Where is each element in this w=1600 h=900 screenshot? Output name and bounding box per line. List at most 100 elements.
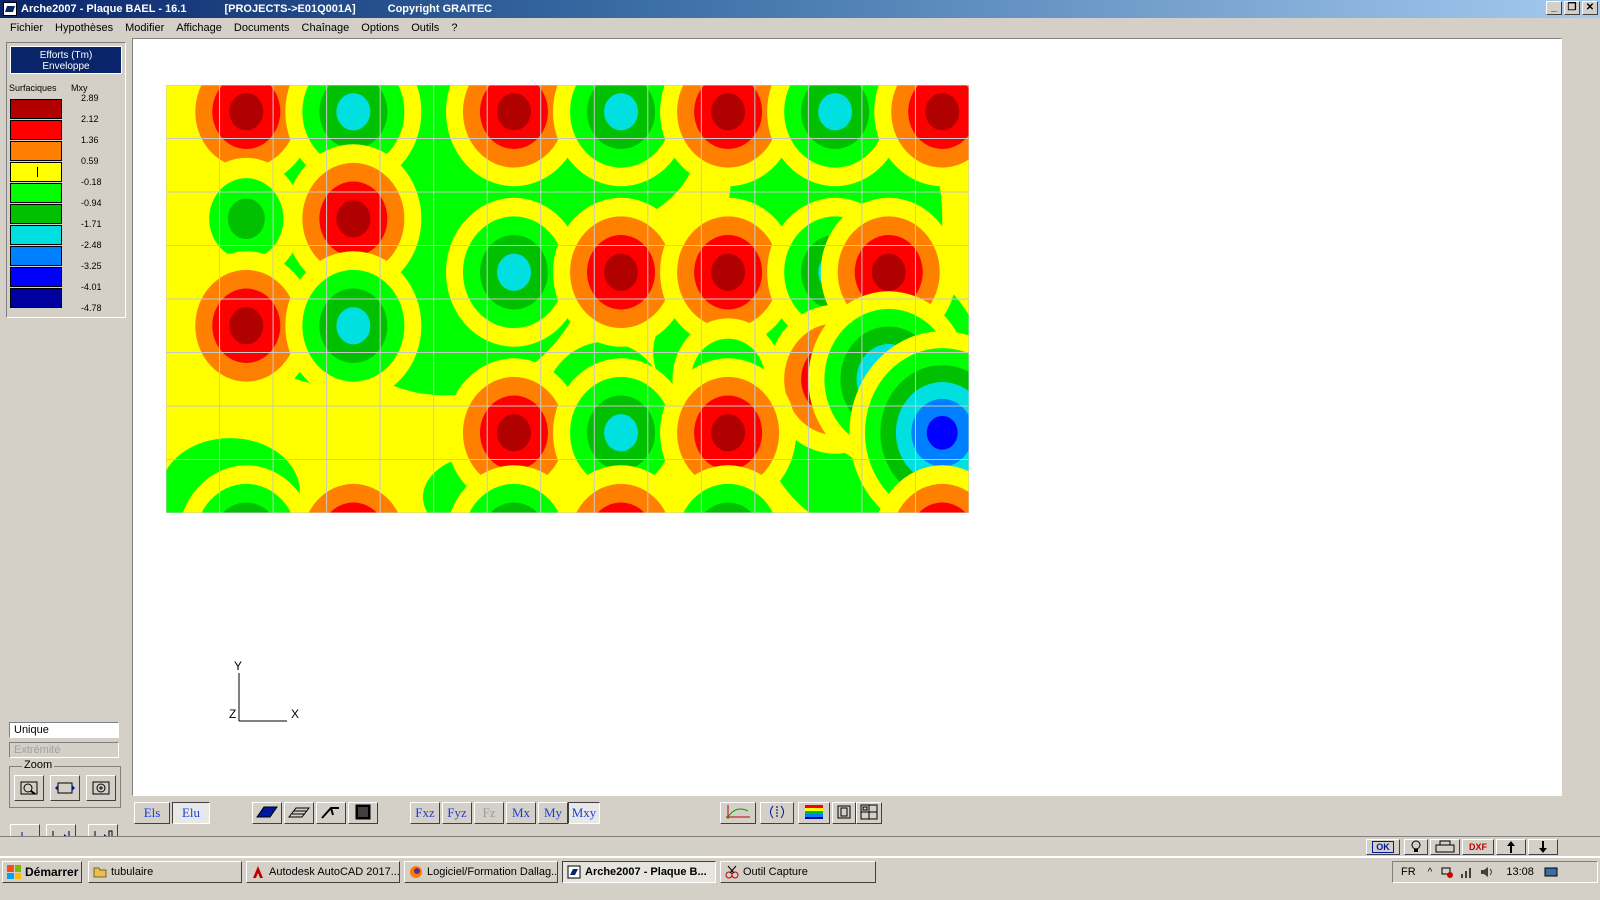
task-label: Autodesk AutoCAD 2017... — [269, 866, 400, 878]
zoom-extents-icon — [55, 782, 75, 794]
mode2-select: Extrémité — [9, 742, 119, 758]
task-tubulaire[interactable]: tubulaire — [88, 861, 242, 883]
plate-icon — [256, 806, 278, 818]
menu-documents[interactable]: Documents — [228, 22, 296, 34]
contour-peak — [511, 430, 517, 436]
frame-button[interactable] — [832, 802, 856, 824]
fz-button: Fz — [474, 802, 504, 824]
legend-current-marker — [37, 167, 38, 177]
legend-value: -0.94 — [81, 198, 102, 208]
task-arche[interactable]: Arche2007 - Plaque B... — [562, 861, 716, 883]
menu-affichage[interactable]: Affichage — [170, 22, 228, 34]
axis-z-label: Z — [229, 707, 237, 721]
mxy-button[interactable]: Mxy — [568, 802, 600, 824]
legend-swatch — [10, 162, 62, 182]
arrow-down-button[interactable] — [1528, 839, 1558, 855]
legend-swatch — [10, 183, 62, 203]
view-solid-button[interactable] — [348, 802, 378, 824]
task-capture[interactable]: Outil Capture — [720, 861, 876, 883]
square-icon — [355, 804, 371, 820]
legend-value: -4.78 — [81, 303, 102, 313]
arrow-up-button[interactable] — [1496, 839, 1526, 855]
start-button[interactable]: Démarrer — [2, 861, 82, 883]
axis-triad: Y Z X — [229, 659, 309, 729]
legend-value: -2.48 — [81, 240, 102, 250]
contour-peak — [350, 109, 356, 115]
network-icon[interactable] — [1440, 865, 1454, 879]
menu-hypotheses[interactable]: Hypothèses — [49, 22, 119, 34]
contour-peak — [939, 430, 945, 436]
fyz-button[interactable]: Fyz — [442, 802, 472, 824]
task-firefox[interactable]: Logiciel/Formation Dallag... — [404, 861, 558, 883]
clock[interactable]: 13:08 — [1506, 866, 1534, 878]
legend-sub-left: Surfaciques — [9, 83, 57, 93]
view-edge-button[interactable] — [316, 802, 346, 824]
graph-button[interactable] — [720, 802, 756, 824]
my-button[interactable]: My — [538, 802, 568, 824]
tray-expand-icon[interactable]: ^ — [1428, 867, 1433, 878]
zoom-group: Zoom — [9, 759, 121, 808]
drawing-canvas[interactable]: Y Z X — [132, 38, 1562, 796]
mx-button[interactable]: Mx — [506, 802, 536, 824]
view-plate-button[interactable] — [252, 802, 282, 824]
legend-value: -4.01 — [81, 282, 102, 292]
tip-button[interactable] — [1404, 839, 1428, 855]
arrow-down-icon — [1539, 841, 1547, 853]
axis-y-label: Y — [234, 659, 243, 673]
layout-button[interactable] — [856, 802, 882, 824]
volume-icon[interactable] — [1480, 865, 1494, 879]
signal-icon[interactable] — [1460, 865, 1474, 879]
menu-modifier[interactable]: Modifier — [119, 22, 170, 34]
view-layers-button[interactable] — [284, 802, 314, 824]
zoom-in-button[interactable] — [86, 775, 116, 801]
legend-header: Efforts (Tm) Enveloppe — [10, 46, 122, 74]
dxf-export-button[interactable]: DXF — [1462, 839, 1494, 855]
contour-peak — [886, 269, 892, 275]
minimize-button[interactable]: _ — [1546, 1, 1562, 15]
contour-peak — [243, 323, 249, 329]
zoom-extents-button[interactable] — [50, 775, 80, 801]
frame-icon — [837, 805, 851, 819]
legend-swatch — [10, 99, 62, 119]
mxy-contour-plot[interactable] — [166, 85, 969, 513]
taskbar: Démarrer tubulaire Autodesk AutoCAD 2017… — [0, 856, 1600, 900]
legend-swatch — [10, 204, 62, 224]
ok-status-button[interactable]: OK — [1366, 839, 1400, 855]
color-scale-button[interactable] — [798, 802, 830, 824]
app-icon[interactable] — [3, 2, 17, 16]
menu-fichier[interactable]: Fichier — [4, 22, 49, 34]
firefox-icon — [410, 866, 422, 878]
contour-peak — [618, 430, 624, 436]
edge-icon — [321, 807, 339, 819]
scissors-icon — [725, 865, 739, 879]
contour-peak — [511, 109, 517, 115]
zoom-in-icon — [92, 781, 110, 795]
legend-header-line2: Enveloppe — [42, 61, 90, 72]
menu-options[interactable]: Options — [355, 22, 405, 34]
zoom-window-button[interactable] — [14, 775, 44, 801]
mode-select[interactable]: Unique — [9, 722, 119, 738]
legend-swatch — [10, 267, 62, 287]
legend-header-line1: Efforts (Tm) — [39, 50, 93, 61]
menu-outils[interactable]: Outils — [405, 22, 445, 34]
restore-button[interactable]: ❐ — [1564, 1, 1580, 15]
elu-button[interactable]: Elu — [172, 802, 210, 824]
zoom-label: Zoom — [22, 759, 55, 771]
legend-swatch — [10, 120, 62, 140]
els-button[interactable]: Els — [134, 802, 170, 824]
print-button[interactable] — [1430, 839, 1460, 855]
arche-icon — [567, 865, 581, 879]
menu-help[interactable]: ? — [445, 22, 463, 34]
window-title: Arche2007 - Plaque BAEL - 16.1 — [21, 3, 187, 15]
section-button[interactable] — [760, 802, 794, 824]
close-button[interactable]: ✕ — [1582, 1, 1598, 15]
language-indicator[interactable]: FR — [1401, 866, 1416, 878]
section-icon — [770, 805, 784, 819]
ok-label: OK — [1372, 841, 1394, 853]
menu-chainage[interactable]: Chaînage — [296, 22, 356, 34]
fxz-button[interactable]: Fxz — [410, 802, 440, 824]
left-panel: Efforts (Tm) Enveloppe Surfaciques Mxy 2… — [0, 38, 132, 850]
show-desktop-icon[interactable] — [1544, 865, 1558, 879]
window-project: [PROJECTS->E01Q001A] — [224, 3, 356, 15]
task-autocad[interactable]: Autodesk AutoCAD 2017... — [246, 861, 400, 883]
